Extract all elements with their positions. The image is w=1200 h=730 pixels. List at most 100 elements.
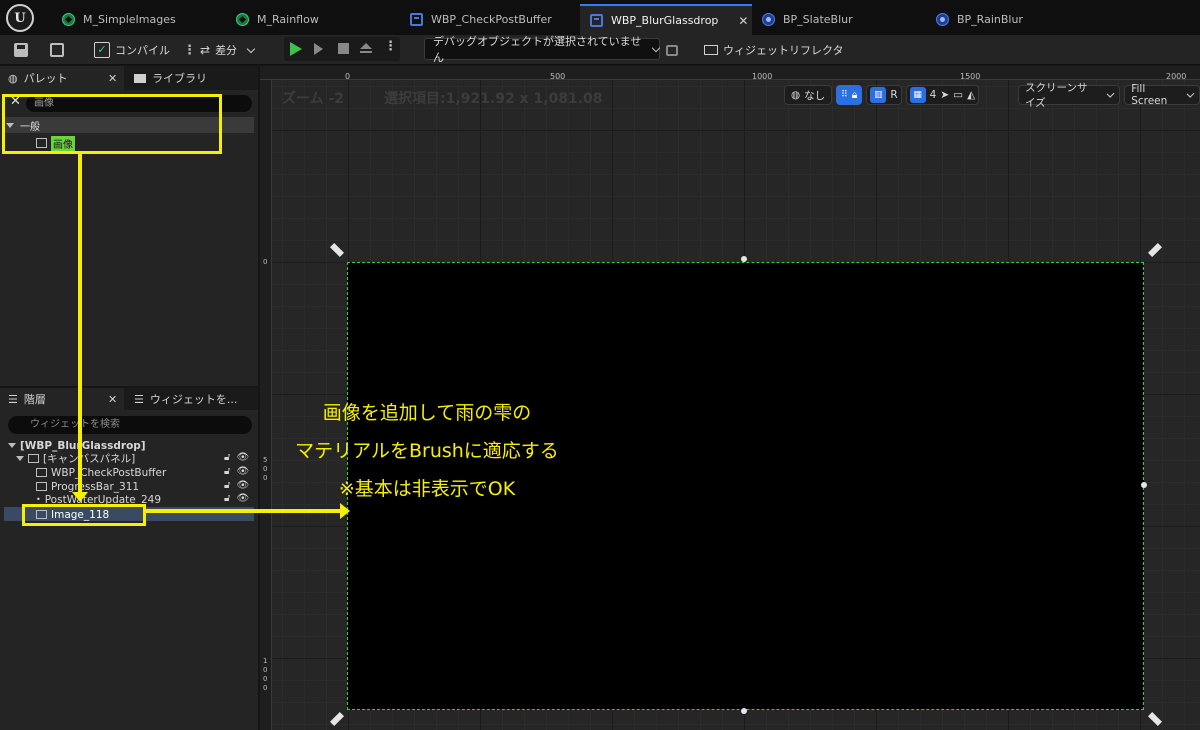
hierarchy-tab-strip: ☰ 階層 ✕ ☰ ウィジェットを... <box>0 388 258 410</box>
ruler-tick: 0 <box>263 258 268 266</box>
compile-check-icon: ✓ <box>94 42 110 58</box>
play-controls: ⋮ <box>284 37 400 61</box>
ruler-tick: 0 <box>345 72 351 81</box>
tab-library[interactable]: ライブラリ <box>126 66 256 90</box>
tab-hierarchy[interactable]: ☰ 階層 ✕ <box>0 388 124 410</box>
expand-arrow-icon <box>8 443 16 448</box>
annotation-text-line2: マテリアルをBrushに適応する <box>295 440 559 462</box>
resize-handle-top[interactable] <box>741 256 747 262</box>
vertical-ruler <box>260 80 272 730</box>
compile-button[interactable]: ✓ コンパイル ⋮ <box>94 39 196 61</box>
browse-asset-button[interactable] <box>50 39 64 61</box>
list-icon: ☰ <box>134 392 144 406</box>
ruler-tick: 500 <box>550 72 566 81</box>
material-icon <box>236 13 249 26</box>
zoom-level-text: ズーム -2 <box>282 91 345 107</box>
reset-layout-button[interactable]: ▥ R <box>866 85 902 105</box>
annotation-highlight-palette <box>2 94 222 154</box>
eye-icon[interactable]: 👁︎ <box>236 466 249 477</box>
close-icon[interactable]: ✕ <box>108 393 117 406</box>
palette-icon: ◍ <box>8 71 18 85</box>
tab-m-simpleimages[interactable]: M_SimpleImages <box>52 4 222 35</box>
localization-preview-button[interactable]: ◍ なし <box>784 85 833 105</box>
step-icon[interactable] <box>314 43 323 55</box>
annotation-highlight-image-row <box>22 504 146 526</box>
chevron-down-icon <box>651 43 661 52</box>
eye-icon[interactable]: 👁︎ <box>236 452 249 463</box>
widget-reflector-icon <box>704 45 718 55</box>
close-icon[interactable]: ✕ <box>108 72 117 85</box>
expand-arrow-icon <box>16 456 24 461</box>
tab-widget-reflector[interactable]: ☰ ウィジェットを... <box>126 388 256 410</box>
screen-size-group: スクリーンサイズ Fill Screen <box>1018 82 1200 109</box>
stop-icon[interactable] <box>338 43 349 54</box>
play-options-icon[interactable]: ⋮ <box>384 39 397 54</box>
tree-item-checkpostbuffer[interactable]: WBP_CheckPostBuffer <box>36 466 166 479</box>
resize-handle-bottom[interactable] <box>741 708 747 714</box>
lock-icon[interactable]: 🔓︎ <box>224 452 230 463</box>
chevron-down-icon <box>1106 89 1115 98</box>
close-icon[interactable]: ✕ <box>738 14 748 28</box>
ruler-tick: 0 <box>263 474 268 482</box>
chevron-down-icon <box>1186 89 1195 98</box>
blueprint-icon <box>936 13 949 26</box>
debug-browse-button[interactable] <box>666 39 678 61</box>
more-options-icon[interactable]: ⋮ <box>183 43 196 58</box>
ruler-tick: 1000 <box>752 72 773 81</box>
eject-icon[interactable] <box>360 43 372 54</box>
widget-reflector-button[interactable]: ウィジェットリフレクタ <box>704 39 844 61</box>
ruler-tick: 1 <box>263 657 268 665</box>
chevron-down-icon <box>246 44 256 53</box>
blueprint-icon <box>762 13 775 26</box>
ruler-tick: 0 <box>263 675 268 683</box>
folder-icon <box>134 73 146 83</box>
annotation-arrow-line <box>78 154 82 494</box>
annotation-arrow-head <box>72 492 88 502</box>
viewport-toolbar: ◍ なし ⠿ 🔒︎ ▥ R ▦ 4 ➤ ▭ ◭ <box>784 84 980 106</box>
play-icon[interactable] <box>290 42 302 56</box>
globe-icon: ◍ <box>791 89 801 101</box>
ruler-tick: 2000 <box>1166 72 1187 81</box>
layout-icon: ▥ <box>870 87 887 103</box>
resize-handle-right[interactable] <box>1141 482 1147 488</box>
fill-mode-dropdown[interactable]: Fill Screen <box>1124 83 1200 107</box>
material-icon <box>62 13 75 26</box>
eye-icon[interactable]: 👁︎ <box>236 480 249 491</box>
tree-canvas-panel[interactable]: [キャンバスパネル] <box>16 452 135 465</box>
screen-size-dropdown[interactable]: スクリーンサイズ <box>1018 82 1121 109</box>
tab-m-rainflow[interactable]: M_Rainflow <box>226 4 398 35</box>
respect-locks-toggle[interactable]: ⠿ 🔒︎ <box>836 85 863 105</box>
lock-icon: 🔒︎ <box>851 88 858 101</box>
widget-icon <box>36 468 47 477</box>
ruler-tick: 0 <box>263 666 268 674</box>
annotation-text-line3: ※基本は非表示でOK <box>338 478 516 500</box>
tab-wbp-checkpostbuffer[interactable]: WBP_CheckPostBuffer <box>400 4 578 35</box>
grid-dots-icon: ⠿ <box>841 90 848 100</box>
cursor-icon: ➤ <box>940 89 950 101</box>
tab-palette[interactable]: ◍ パレット ✕ <box>0 66 124 90</box>
lock-icon[interactable]: 🔓︎ <box>224 466 230 477</box>
palette-tab-strip: ◍ パレット ✕ ライブラリ <box>0 66 258 90</box>
tab-bp-rainblur[interactable]: BP_RainBlur <box>926 4 1102 35</box>
contrast-icon: ◭ <box>967 89 976 101</box>
debug-object-dropdown[interactable]: デバッグオブジェクトが選択されていません <box>424 35 661 64</box>
lock-icon[interactable]: 🔓︎ <box>224 493 230 504</box>
tab-bp-slateblur[interactable]: BP_SlateBlur <box>752 4 928 35</box>
eye-icon[interactable]: 👁︎ <box>236 493 249 504</box>
grid-snap-toggle[interactable]: ▦ 4 ➤ ▭ ◭ <box>905 85 980 105</box>
ruler-tick: 0 <box>263 465 268 473</box>
annotation-arrow-line <box>146 509 342 513</box>
diff-dropdown[interactable]: ⇄ 差分 <box>200 39 256 61</box>
widget-icon: • <box>36 495 41 504</box>
lock-icon[interactable]: 🔓︎ <box>224 480 230 491</box>
image-icon: ▭ <box>953 89 964 101</box>
hierarchy-search-input[interactable]: ウィジェットを検索 <box>8 416 252 434</box>
browse-icon <box>666 44 678 56</box>
annotation-text-line1: 画像を追加して雨の雫の <box>322 402 532 424</box>
save-button[interactable] <box>14 39 28 61</box>
editor-tab-bar: U M_SimpleImages M_Rainflow WBP_CheckPos… <box>0 0 1200 35</box>
selection-size-text: 選択項目:1,921.92 x 1,081.08 <box>384 91 603 107</box>
canvas-panel-icon <box>28 454 39 463</box>
unreal-logo-icon[interactable]: U <box>6 4 34 32</box>
tab-wbp-blurglassdrop[interactable]: WBP_BlurGlassdrop ✕ <box>580 4 752 35</box>
